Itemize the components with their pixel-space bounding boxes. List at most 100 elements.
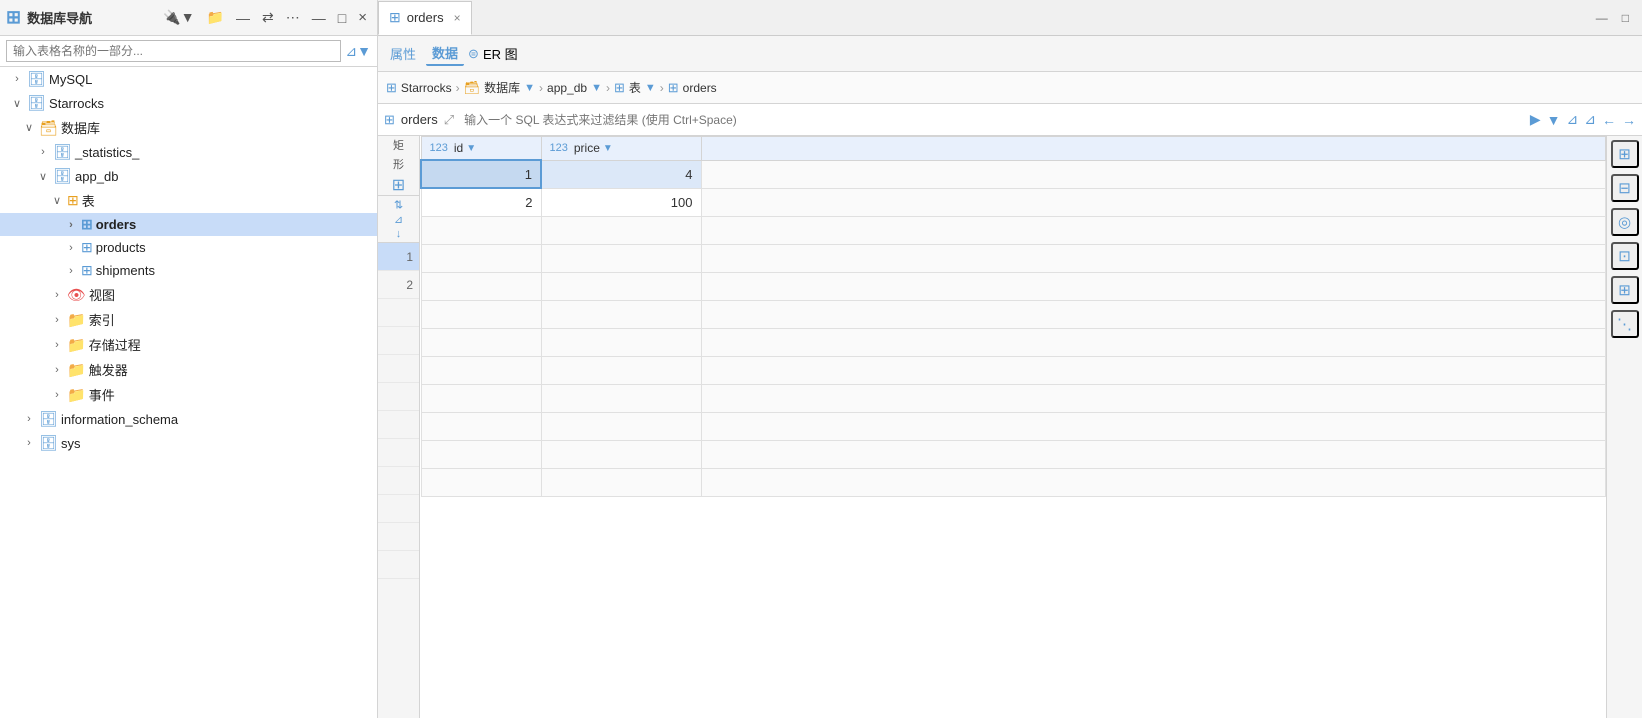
col-price-sort-icon[interactable]: ▼ xyxy=(603,143,613,154)
sql-nav-right-btn[interactable]: → xyxy=(1622,112,1636,128)
expand-icon-starrocks: ∨ xyxy=(10,97,24,110)
sql-run-btn[interactable]: ▶ xyxy=(1530,111,1541,128)
sidebar-item-indexes[interactable]: › 📁 索引 xyxy=(0,307,377,332)
shipments-icon: ⊞ xyxy=(81,262,93,279)
cell-row2-price[interactable]: 100 xyxy=(541,188,701,216)
sql-dropdown-btn[interactable]: ▼ xyxy=(1547,112,1561,128)
expand-icon-products: › xyxy=(64,242,78,254)
right-btn-grid-view[interactable]: ⊞ xyxy=(1611,140,1639,168)
sidebar-sync-btn[interactable]: ⇄ xyxy=(258,7,278,28)
col-header-id[interactable]: 123 id ▼ xyxy=(421,137,541,161)
table-row[interactable]: 2 100 xyxy=(421,188,1606,216)
breadcrumb-schema-dropdown[interactable]: ▼ xyxy=(591,82,602,94)
right-btn-table-view[interactable]: ⊟ xyxy=(1611,174,1639,202)
tab-properties[interactable]: 属性 xyxy=(384,42,422,65)
expand-icon-indexes: › xyxy=(50,314,64,326)
tab-orders-close[interactable]: × xyxy=(454,11,461,25)
sidebar-item-views[interactable]: › 👁 视图 xyxy=(0,282,377,307)
data-table: 123 id ▼ 123 price ▼ xyxy=(420,136,1606,497)
right-btn-more[interactable]: ⋱ xyxy=(1611,310,1639,338)
indexes-icon: 📁 xyxy=(67,311,86,329)
breadcrumb-sep1: › xyxy=(456,81,460,95)
table-row-empty xyxy=(421,412,1606,440)
sql-filter-btn[interactable]: ⊿ xyxy=(1567,111,1579,128)
right-btn-target[interactable]: ◎ xyxy=(1611,208,1639,236)
right-btn-grid2[interactable]: ⊡ xyxy=(1611,242,1639,270)
tab-orders[interactable]: ⊞ orders × xyxy=(378,1,472,35)
views-label: 视图 xyxy=(89,285,115,304)
breadcrumb-sep4: › xyxy=(660,81,664,95)
sidebar-filter-icon-btn[interactable]: ⊿▼ xyxy=(345,43,371,60)
sidebar-search-input[interactable] xyxy=(6,40,341,62)
sidebar-more-btn[interactable]: ⋯ xyxy=(282,7,304,28)
sidebar-item-database-group[interactable]: ∨ 🗃 数据库 xyxy=(0,115,377,140)
sidebar-folder-btn[interactable]: 📁 xyxy=(203,7,228,28)
sidebar-item-app-db[interactable]: ∨ 🗄 app_db xyxy=(0,164,377,188)
sidebar-header: ⊞ 数据库导航 🔌▼ 📁 — ⇄ ⋯ — □ × xyxy=(0,0,377,36)
right-btn-split[interactable]: ⊞ xyxy=(1611,276,1639,304)
tables-icon: ⊞ xyxy=(67,192,79,209)
row-num-empty-3 xyxy=(378,355,419,383)
row-num-empty-5 xyxy=(378,411,419,439)
cell-row1-price[interactable]: 4 xyxy=(541,160,701,188)
row-num-empty-2 xyxy=(378,327,419,355)
sidebar-filter-btn[interactable]: — xyxy=(232,8,254,28)
content-window-controls: — □ xyxy=(1591,9,1642,27)
row-header-icon2: 形 xyxy=(393,156,404,172)
sidebar-item-products[interactable]: › ⊞ products xyxy=(0,236,377,259)
cell-row2-id[interactable]: 2 xyxy=(421,188,541,216)
col-id-label: id xyxy=(454,141,463,155)
sidebar-item-starrocks[interactable]: ∨ 🗄 Starrocks xyxy=(0,91,377,115)
breadcrumb-db: 数据库 xyxy=(484,79,520,96)
table-row[interactable]: 1 4 xyxy=(421,160,1606,188)
sql-table-name: orders xyxy=(401,112,438,127)
sidebar-item-statistics[interactable]: › 🗄 _statistics_ xyxy=(0,140,377,164)
row-num-empty-9 xyxy=(378,523,419,551)
cell-row1-id[interactable]: 1 xyxy=(421,160,541,188)
breadcrumb-table-icon: ⊞ xyxy=(614,80,625,96)
products-label: products xyxy=(96,240,146,255)
mysql-icon: 🗄 xyxy=(27,70,46,88)
sql-filter-input[interactable] xyxy=(464,113,1524,127)
breadcrumb-db-dropdown[interactable]: ▼ xyxy=(524,82,535,94)
sidebar-item-events[interactable]: › 📁 事件 xyxy=(0,382,377,407)
content-minimize-btn[interactable]: — xyxy=(1591,9,1613,27)
sidebar-item-mysql[interactable]: › 🗄 MySQL xyxy=(0,67,377,91)
tab-er[interactable]: ⊜ ER 图 xyxy=(468,44,518,63)
sidebar-item-triggers[interactable]: › 📁 触发器 xyxy=(0,357,377,382)
table-row-empty xyxy=(421,328,1606,356)
sidebar-item-sys[interactable]: › 🗄 sys xyxy=(0,431,377,455)
sidebar-plugin-btn[interactable]: 🔌▼ xyxy=(159,7,198,28)
table-row-empty xyxy=(421,216,1606,244)
sidebar-close-btn[interactable]: × xyxy=(354,7,371,28)
row-num-empty-6 xyxy=(378,439,419,467)
sidebar-minimize-btn[interactable]: — xyxy=(308,8,330,28)
sidebar-item-shipments[interactable]: › ⊞ shipments xyxy=(0,259,377,282)
sidebar-item-orders[interactable]: › ⊞ orders xyxy=(0,213,377,236)
tab-orders-icon: ⊞ xyxy=(389,9,401,26)
col-header-price[interactable]: 123 price ▼ xyxy=(541,137,701,161)
sql-nav-left-btn[interactable]: ← xyxy=(1602,112,1616,128)
expand-icon-statistics: › xyxy=(36,146,50,158)
breadcrumb-sep2: › xyxy=(539,81,543,95)
breadcrumb-table-label: 表 xyxy=(629,79,641,96)
content-tab-bar: ⊞ orders × — □ xyxy=(378,0,1642,36)
sidebar-title: ⊞ 数据库导航 xyxy=(6,7,92,28)
sidebar-item-tables[interactable]: ∨ ⊞ 表 xyxy=(0,188,377,213)
sidebar-item-information-schema[interactable]: › 🗄 information_schema xyxy=(0,407,377,431)
sidebar-maximize-btn[interactable]: □ xyxy=(334,8,350,28)
content-maximize-btn[interactable]: □ xyxy=(1617,9,1634,27)
views-icon: 👁 xyxy=(67,286,86,304)
expand-icon-views: › xyxy=(50,289,64,301)
col-price-label: price xyxy=(574,141,600,155)
data-grid-container: 矩 形 ⊞ ⇄ ⊿ ↓ 1 2 xyxy=(378,136,1642,718)
sql-filter2-btn[interactable]: ⊿ xyxy=(1584,111,1596,128)
tab-data[interactable]: 数据 xyxy=(426,41,464,66)
expand-icon-info-schema: › xyxy=(22,413,36,425)
breadcrumb-table-dropdown[interactable]: ▼ xyxy=(645,82,656,94)
products-icon: ⊞ xyxy=(81,239,93,256)
col-id-sort-icon[interactable]: ▼ xyxy=(466,143,476,154)
sidebar-item-procs[interactable]: › 📁 存储过程 xyxy=(0,332,377,357)
statistics-icon: 🗄 xyxy=(53,143,72,161)
breadcrumb-current: orders xyxy=(683,81,717,95)
